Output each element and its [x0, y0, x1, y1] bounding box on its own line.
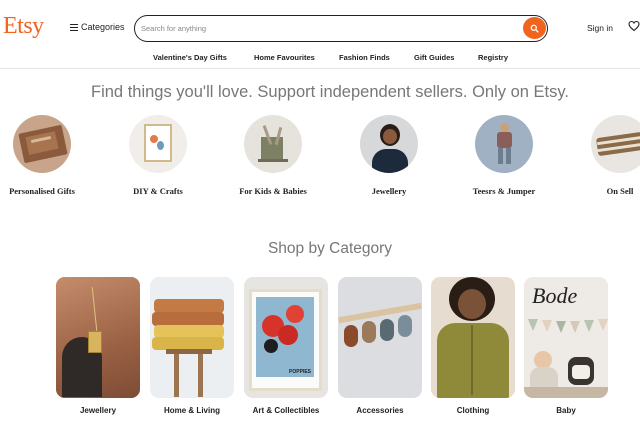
shop-by-category-title: Shop by Category — [267, 240, 393, 257]
tagline: Find things you'll love. Support indepen… — [91, 83, 569, 101]
jewellery-category-image — [56, 277, 140, 398]
category-card-accessories[interactable]: Accessories — [338, 277, 422, 415]
category-card-jewellery[interactable]: Jewellery — [56, 277, 140, 415]
accessories-category-image — [338, 277, 422, 398]
nav-item-registry[interactable]: Registry — [478, 53, 508, 62]
circle-item-kids-babies[interactable]: For Kids & Babies — [228, 115, 318, 196]
circle-item-on-sell[interactable]: On Sell — [575, 115, 640, 196]
circle-label: On Sell — [606, 186, 634, 196]
on-sell-image — [591, 115, 640, 173]
circle-label: DIY & Crafts — [133, 186, 183, 196]
nav-bar: Valentine's Day Gifts Home Favourites Fa… — [0, 53, 640, 65]
home-living-category-image — [150, 277, 234, 398]
baby-category-image: Bode — [524, 277, 608, 398]
category-card-home-living[interactable]: Home & Living — [150, 277, 234, 415]
circle-item-personalised-gifts[interactable]: Personalised Gifts — [0, 115, 87, 196]
jewellery-image — [360, 115, 418, 173]
category-label: Art & Collectibles — [252, 406, 320, 415]
search-icon — [530, 24, 539, 33]
circle-item-diy-crafts[interactable]: DIY & Crafts — [113, 115, 203, 196]
diy-crafts-image — [129, 115, 187, 173]
search-button[interactable] — [523, 17, 546, 39]
category-label: Clothing — [456, 406, 490, 415]
category-card-baby[interactable]: Bode Baby — [524, 277, 608, 415]
categories-label: Categories — [81, 22, 125, 32]
circle-label: Jewellery — [371, 186, 407, 196]
nav-item-fashion-finds[interactable]: Fashion Finds — [339, 53, 390, 62]
teesrs-jumper-image — [475, 115, 533, 173]
header: Etsy Categories Sign in — [0, 0, 640, 46]
search-input[interactable] — [141, 21, 511, 36]
category-label: Baby — [556, 406, 576, 415]
nav-item-home-favourites[interactable]: Home Favourites — [254, 53, 315, 62]
nav-item-gift-guides[interactable]: Gift Guides — [414, 53, 454, 62]
circle-label: For Kids & Babies — [239, 186, 307, 196]
category-card-clothing[interactable]: Clothing — [431, 277, 515, 415]
header-divider — [0, 68, 640, 69]
circle-item-teesrs-jumper[interactable]: Teesrs & Jumper — [459, 115, 549, 196]
clothing-category-image — [431, 277, 515, 398]
circle-item-jewellery[interactable]: Jewellery — [344, 115, 434, 196]
favorites-heart-icon[interactable] — [628, 20, 640, 32]
circle-label: Teesrs & Jumper — [472, 186, 536, 196]
category-label: Jewellery — [79, 406, 117, 415]
personalised-gifts-image — [13, 115, 71, 173]
search-bar — [134, 15, 548, 42]
poppies-print-text: POPPIES — [289, 369, 311, 375]
category-card-art-collectibles[interactable]: POPPIES Art & Collectibles — [244, 277, 328, 415]
bunting-icon — [528, 319, 608, 333]
category-label: Home & Living — [163, 406, 220, 415]
etsy-logo[interactable]: Etsy — [3, 13, 44, 40]
art-collectibles-category-image: POPPIES — [244, 277, 328, 398]
bode-sign-text: Bode — [532, 283, 578, 308]
nav-item-valentines[interactable]: Valentine's Day Gifts — [153, 53, 227, 62]
sign-in-link[interactable]: Sign in — [587, 23, 613, 33]
menu-icon — [70, 23, 78, 31]
circle-label: Personalised Gifts — [9, 186, 75, 196]
kids-babies-image — [244, 115, 302, 173]
categories-button[interactable]: Categories — [70, 22, 125, 32]
category-label: Accessories — [356, 406, 404, 415]
